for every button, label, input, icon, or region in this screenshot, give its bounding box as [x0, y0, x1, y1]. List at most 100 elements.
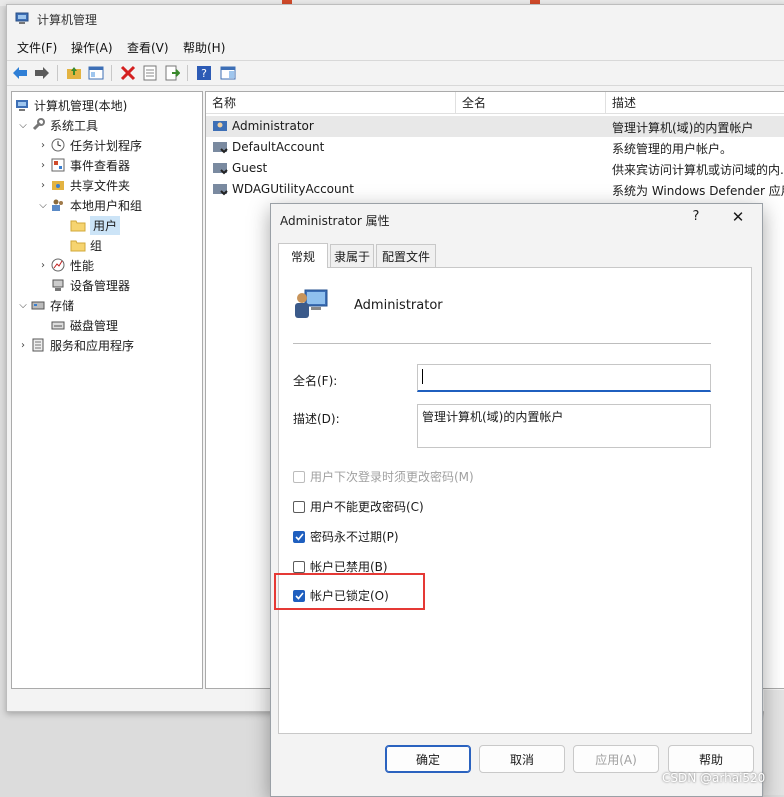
checkbox-label: 用户不能更改密码(C)	[310, 500, 424, 514]
menu-action[interactable]: 操作(A)	[71, 39, 113, 56]
folder-icon	[70, 217, 86, 233]
navigation-tree: 计算机管理(本地) ⌵ 系统工具 › 任务计划程序 › 事件查看器 › 共享文件…	[11, 91, 203, 689]
close-icon[interactable]: ✕	[729, 208, 747, 226]
up-folder-icon[interactable]	[65, 64, 83, 82]
tree-label: 本地用户和组	[70, 198, 143, 213]
annotation-highlight-box	[274, 573, 425, 610]
checkbox-label: 密码永不过期(P)	[310, 530, 399, 544]
tree-item-groups[interactable]: 组	[70, 235, 102, 255]
help-button[interactable]: 帮助	[668, 745, 754, 773]
user-description: 供来宾访问计算机或访问域的内...	[612, 163, 784, 177]
storage-icon	[30, 297, 46, 313]
tree-label: 服务和应用程序	[50, 338, 135, 353]
tree-item-services-apps[interactable]: › 服务和应用程序	[16, 335, 134, 355]
checkbox-box	[293, 560, 305, 573]
export-list-icon[interactable]	[163, 64, 181, 82]
tree-label: 共享文件夹	[70, 178, 131, 193]
tree-item-system-tools[interactable]: ⌵ 系统工具	[16, 115, 98, 135]
user-properties-dialog: Administrator 属性 ? ✕ 常规 隶属于 配置文件 Adminis…	[270, 203, 763, 797]
chevron-down-icon[interactable]: ⌵	[36, 200, 50, 211]
table-row[interactable]: WDAGUtilityAccount 系统为 Windows Defender …	[206, 179, 784, 200]
user-name: DefaultAccount	[232, 140, 325, 154]
tab-general[interactable]: 常规	[278, 243, 328, 268]
tree-item-device-manager[interactable]: 设备管理器	[50, 275, 130, 295]
back-arrow-icon[interactable]	[11, 64, 29, 82]
show-hide-tree-icon[interactable]	[87, 64, 105, 82]
tree-label: 事件查看器	[70, 158, 131, 173]
tree-item-event-viewer[interactable]: › 事件查看器	[36, 155, 130, 175]
tab-member-of[interactable]: 隶属于	[330, 244, 374, 267]
table-row[interactable]: Guest 供来宾访问计算机或访问域的内...	[206, 158, 784, 179]
services-icon	[30, 337, 46, 353]
svg-text:?: ?	[201, 67, 207, 80]
background-window-edge	[764, 690, 784, 795]
window-title: 计算机管理	[37, 13, 98, 27]
disabled-user-icon	[213, 163, 228, 175]
forward-arrow-icon[interactable]	[33, 64, 51, 82]
user-computer-icon	[295, 289, 328, 318]
divider	[293, 343, 711, 344]
tree-item-computer-management[interactable]: 计算机管理(本地)	[14, 95, 127, 115]
cancel-button[interactable]: 取消	[479, 745, 565, 773]
disabled-user-icon	[213, 142, 228, 154]
disabled-user-icon	[213, 184, 228, 196]
help-question-icon[interactable]: ?	[689, 209, 703, 227]
table-row[interactable]: DefaultAccount 系统管理的用户帐户。	[206, 137, 784, 158]
menu-file[interactable]: 文件(F)	[17, 39, 57, 56]
chevron-down-icon[interactable]: ⌵	[16, 300, 30, 311]
event-viewer-icon	[50, 157, 66, 173]
column-header-description[interactable]: 描述	[606, 92, 784, 114]
tree-label: 组	[90, 238, 103, 253]
fullname-label: 全名(F):	[293, 374, 338, 388]
must-change-password-checkbox[interactable]: 用户下次登录时须更改密码(M)	[293, 468, 474, 485]
menu-help[interactable]: 帮助(H)	[183, 39, 225, 56]
disk-icon	[50, 317, 66, 333]
folder-icon	[70, 237, 86, 253]
chevron-right-icon[interactable]: ›	[36, 260, 50, 271]
show-action-pane-icon[interactable]	[219, 64, 237, 82]
tree-label: 存储	[50, 298, 75, 313]
chevron-right-icon[interactable]: ›	[36, 160, 50, 171]
table-row[interactable]: Administrator 管理计算机(域)的内置帐户	[206, 116, 784, 137]
help-icon[interactable]: ?	[195, 64, 213, 82]
properties-icon[interactable]	[141, 64, 159, 82]
user-description: 系统管理的用户帐户。	[612, 142, 733, 156]
description-label: 描述(D):	[293, 412, 340, 426]
menu-view[interactable]: 查看(V)	[127, 39, 169, 56]
chevron-right-icon[interactable]: ›	[36, 180, 50, 191]
user-name: Administrator	[232, 119, 314, 133]
tree-item-users[interactable]: 用户	[70, 215, 121, 235]
fullname-field[interactable]	[417, 364, 711, 392]
device-manager-icon	[50, 277, 66, 293]
description-field[interactable]: 管理计算机(域)的内置帐户	[417, 404, 711, 448]
tools-icon	[30, 117, 46, 133]
cannot-change-password-checkbox[interactable]: 用户不能更改密码(C)	[293, 498, 424, 515]
ok-button[interactable]: 确定	[385, 745, 471, 773]
user-name: WDAGUtilityAccount	[232, 182, 354, 196]
tree-item-shared-folders[interactable]: › 共享文件夹	[36, 175, 130, 195]
tree-item-disk-management[interactable]: 磁盘管理	[50, 315, 118, 335]
column-header-name[interactable]: 名称	[206, 92, 456, 114]
chevron-right-icon[interactable]: ›	[36, 140, 50, 151]
tree-label: 设备管理器	[70, 278, 131, 293]
tree-item-performance[interactable]: › 性能	[36, 255, 94, 275]
dialog-title: Administrator 属性	[280, 214, 390, 228]
apply-button[interactable]: 应用(A)	[573, 745, 659, 773]
password-never-expires-checkbox[interactable]: 密码永不过期(P)	[293, 528, 399, 545]
checkbox-label: 用户下次登录时须更改密码(M)	[310, 470, 474, 484]
toolbar-separator	[57, 65, 58, 81]
tree-item-storage[interactable]: ⌵ 存储	[16, 295, 74, 315]
chevron-down-icon[interactable]: ⌵	[16, 120, 30, 131]
user-name: Guest	[232, 161, 268, 175]
chevron-right-icon[interactable]: ›	[16, 340, 30, 351]
column-header-fullname[interactable]: 全名	[456, 92, 606, 114]
tab-profile[interactable]: 配置文件	[376, 244, 436, 267]
computer-management-icon	[15, 12, 29, 24]
account-name: Administrator	[354, 298, 443, 313]
user-icon	[213, 121, 227, 131]
description-value: 管理计算机(域)的内置帐户	[422, 410, 564, 424]
tree-item-task-scheduler[interactable]: › 任务计划程序	[36, 135, 142, 155]
tree-label: 性能	[70, 258, 95, 273]
tree-item-local-users-groups[interactable]: ⌵ 本地用户和组	[36, 195, 142, 215]
delete-icon[interactable]	[119, 64, 137, 82]
